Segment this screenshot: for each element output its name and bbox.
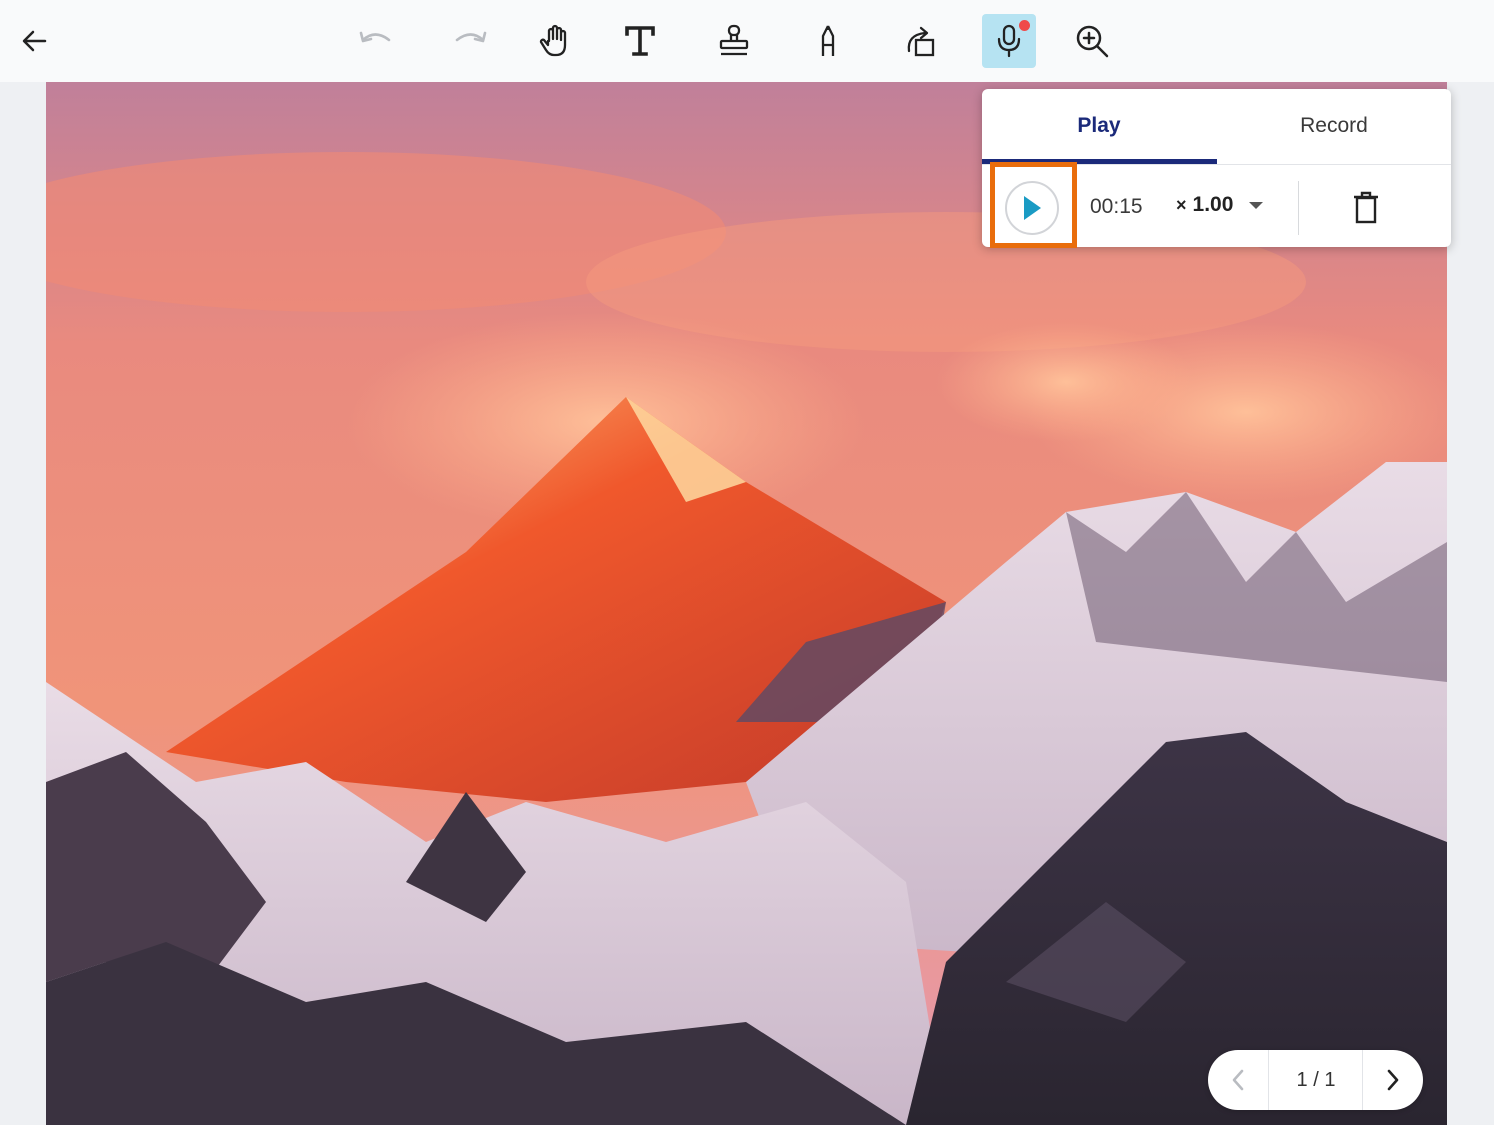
redo-button[interactable] — [443, 14, 497, 68]
rotate-tool-button[interactable] — [895, 14, 949, 68]
text-icon — [625, 26, 655, 56]
playback-time: 00:15 — [1090, 195, 1143, 218]
hand-tool-button[interactable] — [528, 14, 582, 68]
tab-record[interactable]: Record — [1217, 89, 1451, 163]
stamp-icon — [719, 24, 749, 56]
undo-icon — [359, 31, 391, 43]
speed-value: 1.00 — [1192, 193, 1234, 216]
stamp-tool-button[interactable] — [707, 14, 761, 68]
recording-indicator-dot — [1017, 18, 1032, 33]
hand-icon — [539, 24, 567, 57]
playback-speed-dropdown[interactable]: × 1.00 — [1176, 193, 1264, 217]
caret-down-icon — [1249, 201, 1264, 209]
audio-tool-button[interactable] — [982, 14, 1036, 68]
tab-play[interactable]: Play — [982, 89, 1216, 163]
pen-tool-button[interactable] — [801, 14, 855, 68]
page-navigator: 1 / 1 — [1208, 1050, 1423, 1110]
chevron-left-icon — [1232, 1069, 1244, 1091]
text-tool-button[interactable] — [613, 14, 667, 68]
play-button-highlight — [990, 162, 1077, 248]
speed-prefix: × — [1176, 194, 1187, 215]
next-page-button[interactable] — [1363, 1050, 1423, 1110]
arrow-left-icon — [22, 30, 47, 52]
delete-audio-button[interactable] — [1352, 191, 1380, 230]
redo-icon — [455, 31, 487, 43]
previous-page-button[interactable] — [1208, 1050, 1268, 1110]
chevron-right-icon — [1387, 1069, 1399, 1091]
audio-panel: Play Record 00:15 × 1.00 — [982, 89, 1451, 248]
pen-icon — [821, 25, 835, 56]
rotate-icon — [907, 26, 935, 57]
trash-icon — [1354, 191, 1378, 224]
back-button[interactable] — [8, 14, 62, 68]
top-toolbar — [0, 0, 1494, 82]
page-indicator: 1 / 1 — [1296, 1068, 1336, 1091]
undo-button[interactable] — [349, 14, 403, 68]
zoom-in-icon — [1076, 25, 1109, 58]
zoom-in-button[interactable] — [1065, 14, 1119, 68]
panel-divider — [1298, 181, 1299, 235]
